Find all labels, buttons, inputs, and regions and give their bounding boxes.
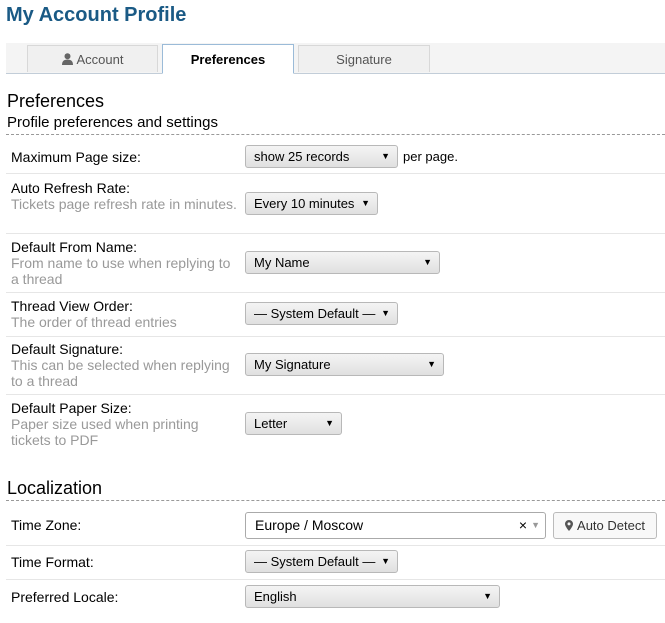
signature-select[interactable]: My Signature ▼ (245, 353, 444, 376)
max-page-size-value: show 25 records (254, 149, 350, 164)
paper-size-select[interactable]: Letter ▼ (245, 412, 342, 435)
locale-label: Preferred Locale: (11, 589, 119, 605)
locale-select[interactable]: English ▼ (245, 585, 500, 608)
chevron-down-icon: ▼ (381, 151, 390, 161)
row-divider (6, 579, 665, 580)
thread-order-hint: The order of thread entries (11, 314, 177, 330)
tab-signature-label: Signature (336, 52, 392, 67)
from-name-value: My Name (254, 255, 310, 270)
chevron-down-icon: ▼ (361, 198, 370, 208)
chevron-down-icon: ▼ (531, 520, 540, 530)
paper-size-value: Letter (254, 416, 288, 431)
paper-size-hint: Paper size used when printing tickets to… (11, 416, 199, 448)
timezone-value: Europe / Moscow (255, 517, 364, 533)
from-name-title: Default From Name: (11, 239, 138, 255)
tab-signature[interactable]: Signature (298, 45, 430, 72)
chevron-down-icon: ▼ (423, 257, 432, 267)
auto-refresh-value: Every 10 minutes (254, 196, 355, 211)
page-title: My Account Profile (6, 4, 187, 26)
tab-preferences[interactable]: Preferences (162, 44, 294, 74)
signature-label: Default Signature: This can be selected … (11, 341, 241, 389)
section-divider (6, 500, 665, 501)
from-name-select[interactable]: My Name ▼ (245, 251, 440, 274)
time-format-label: Time Format: (11, 554, 94, 570)
max-page-size-label: Maximum Page size: (11, 149, 141, 165)
auto-refresh-label: Auto Refresh Rate: Tickets page refresh … (11, 180, 241, 212)
localization-heading: Localization (7, 478, 103, 498)
chevron-down-icon: ▼ (325, 418, 334, 428)
row-divider (6, 545, 665, 546)
locale-value: English (254, 589, 297, 604)
chevron-down-icon: ▼ (483, 591, 492, 601)
tab-bar: Account Preferences Signature (6, 43, 665, 74)
timezone-label: Time Zone: (11, 517, 82, 533)
thread-order-title: Thread View Order: (11, 298, 133, 314)
section-divider (6, 134, 665, 135)
signature-title: Default Signature: (11, 341, 124, 357)
time-format-value: — System Default — (254, 554, 376, 569)
preferences-subtitle: Profile preferences and settings (7, 114, 218, 131)
auto-refresh-select[interactable]: Every 10 minutes ▼ (245, 192, 378, 215)
paper-size-label: Default Paper Size: Paper size used when… (11, 400, 241, 448)
timezone-select[interactable]: Europe / Moscow × ▼ (245, 512, 546, 539)
thread-order-value: — System Default — (254, 306, 376, 321)
signature-value: My Signature (254, 357, 331, 372)
auto-detect-button[interactable]: Auto Detect (553, 512, 657, 539)
row-divider (6, 394, 665, 395)
row-divider (6, 292, 665, 293)
chevron-down-icon: ▼ (381, 308, 390, 318)
time-format-select[interactable]: — System Default — ▼ (245, 550, 398, 573)
row-divider (6, 233, 665, 234)
user-icon (61, 53, 73, 65)
chevron-down-icon: ▼ (427, 359, 436, 369)
thread-order-label: Thread View Order: The order of thread e… (11, 298, 241, 330)
auto-refresh-title: Auto Refresh Rate: (11, 180, 131, 196)
paper-size-title: Default Paper Size: (11, 400, 132, 416)
thread-order-select[interactable]: — System Default — ▼ (245, 302, 398, 325)
from-name-label: Default From Name: From name to use when… (11, 239, 241, 287)
preferences-heading: Preferences (7, 91, 105, 111)
tab-preferences-label: Preferences (190, 52, 266, 67)
per-page-label: per page. (403, 149, 458, 164)
from-name-hint: From name to use when replying to a thre… (11, 255, 231, 287)
tab-account-label: Account (76, 52, 124, 67)
max-page-size-select[interactable]: show 25 records ▼ (245, 145, 398, 168)
auto-refresh-hint: Tickets page refresh rate in minutes. (11, 196, 237, 212)
signature-hint: This can be selected when replying to a … (11, 357, 230, 389)
tab-account[interactable]: Account (27, 45, 158, 72)
row-divider (6, 336, 665, 337)
chevron-down-icon: ▼ (381, 556, 390, 566)
clear-icon[interactable]: × (519, 513, 527, 538)
auto-detect-label: Auto Detect (577, 518, 645, 533)
row-divider (6, 173, 665, 174)
map-marker-icon (565, 520, 574, 531)
